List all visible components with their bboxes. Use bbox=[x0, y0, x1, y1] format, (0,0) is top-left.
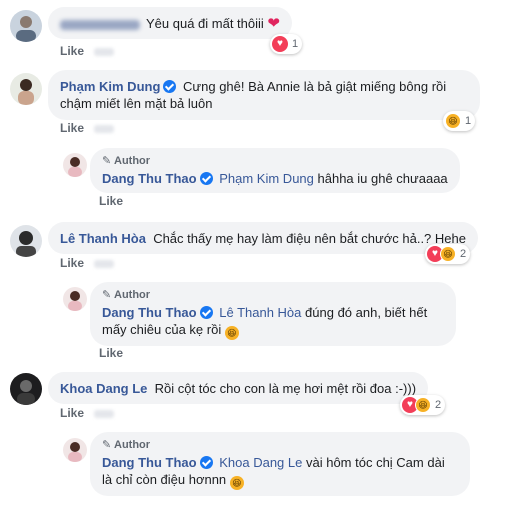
like-link[interactable]: Like bbox=[99, 346, 123, 360]
commenter-name-blurred[interactable] bbox=[60, 19, 140, 30]
comment-text: Chắc thấy mẹ hay làm điệu nên bắt chước … bbox=[153, 231, 466, 246]
verified-badge-icon bbox=[199, 306, 213, 319]
pencil-icon: ✎ bbox=[102, 439, 112, 451]
reaction-summary[interactable]: 😆 1 bbox=[443, 111, 476, 131]
commenter-name[interactable]: Dang Thu Thao bbox=[102, 305, 197, 320]
like-link[interactable]: Like bbox=[99, 194, 123, 208]
author-label: ✎ Author bbox=[102, 289, 151, 301]
avatar[interactable] bbox=[10, 73, 42, 105]
author-label: ✎ Author bbox=[102, 155, 151, 167]
heart-icon: ♥ bbox=[272, 36, 288, 52]
comment-bubble: Phạm Kim Dung Cưng ghê! Bà Annie là bả g… bbox=[48, 70, 480, 120]
pencil-icon: ✎ bbox=[102, 289, 112, 301]
avatar[interactable] bbox=[10, 225, 42, 257]
reaction-summary[interactable]: ♥ 😆 2 bbox=[400, 395, 446, 415]
commenter-name[interactable]: Dang Thu Thao bbox=[102, 171, 197, 186]
reply-bubble: ✎ Author Dang Thu Thao Lê Thanh Hòa đúng … bbox=[90, 282, 456, 346]
reaction-summary[interactable]: ♥ 1 bbox=[270, 34, 303, 54]
laughing-emoji-icon: 😆 bbox=[229, 476, 244, 490]
haha-icon: 😆 bbox=[415, 397, 431, 413]
verified-badge-icon bbox=[199, 172, 213, 185]
reply-bubble: ✎ Author Dang Thu Thao Phạm Kim Dung hâhh… bbox=[90, 148, 460, 193]
tagged-user[interactable]: Phạm Kim Dung bbox=[219, 171, 314, 186]
like-link[interactable]: Like bbox=[60, 256, 115, 270]
avatar[interactable] bbox=[63, 287, 87, 311]
pencil-icon: ✎ bbox=[102, 155, 112, 167]
commenter-name[interactable]: Khoa Dang Le bbox=[60, 381, 147, 396]
like-link[interactable]: Like bbox=[60, 406, 115, 420]
commenter-name[interactable]: Lê Thanh Hòa bbox=[60, 231, 146, 246]
haha-icon: 😆 bbox=[445, 113, 461, 129]
haha-icon: 😆 bbox=[440, 246, 456, 262]
tagged-user[interactable]: Lê Thanh Hòa bbox=[219, 305, 301, 320]
like-link[interactable]: Like bbox=[60, 44, 115, 58]
avatar[interactable] bbox=[63, 438, 87, 462]
heart-emoji-icon: ❤ bbox=[267, 15, 280, 32]
like-link[interactable]: Like bbox=[60, 121, 115, 135]
laughing-emoji-icon: 😆 bbox=[224, 326, 239, 340]
commenter-name[interactable]: Phạm Kim Dung bbox=[60, 79, 160, 94]
avatar[interactable] bbox=[10, 373, 42, 405]
tagged-user[interactable]: Khoa Dang Le bbox=[219, 455, 302, 470]
comment-bubble: Lê Thanh Hòa Chắc thấy mẹ hay làm điệu n… bbox=[48, 222, 478, 254]
comment-bubble: Khoa Dang Le Rồi cột tóc cho con là mẹ h… bbox=[48, 372, 429, 404]
author-label: ✎ Author bbox=[102, 439, 151, 451]
reaction-summary[interactable]: ♥ 😆 2 bbox=[425, 244, 471, 264]
verified-badge-icon bbox=[199, 456, 213, 469]
comment-text: hâhha iu ghê chưaaaa bbox=[317, 171, 448, 186]
verified-badge-icon bbox=[163, 80, 177, 93]
comment-text: Rồi cột tóc cho con là mẹ hơi mệt rồi đo… bbox=[154, 381, 417, 396]
commenter-name[interactable]: Dang Thu Thao bbox=[102, 455, 197, 470]
comment-bubble: Yêu quá đi mất thôiii ❤ bbox=[48, 7, 292, 39]
comment-text: Yêu quá đi mất thôiii bbox=[146, 16, 264, 31]
avatar[interactable] bbox=[63, 153, 87, 177]
reply-bubble: ✎ Author Dang Thu Thao Khoa Dang Le vài h… bbox=[90, 432, 470, 496]
avatar[interactable] bbox=[10, 10, 42, 42]
